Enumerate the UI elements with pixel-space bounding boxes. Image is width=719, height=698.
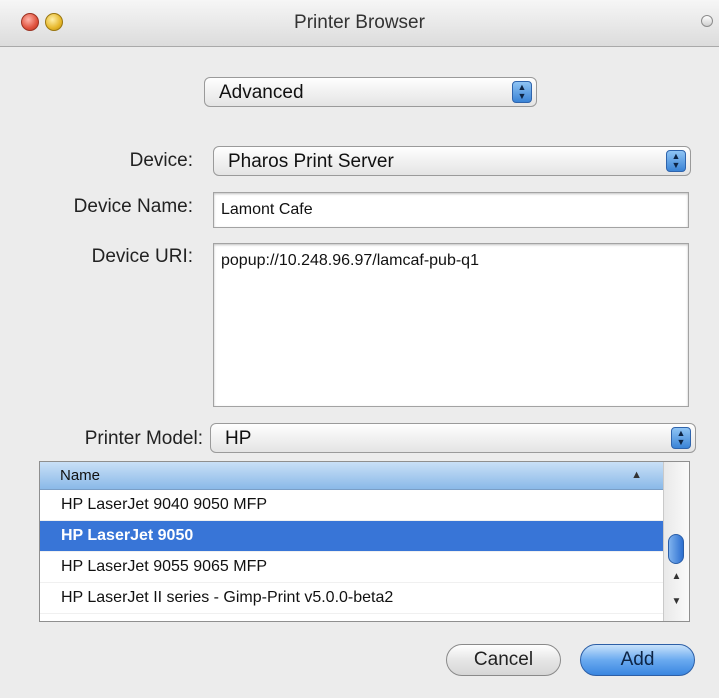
scroll-down-arrow-icon[interactable]: ▼ — [664, 596, 689, 607]
device-uri-field[interactable]: popup://10.248.96.97/lamcaf-pub-q1 — [213, 243, 689, 407]
name-column-header-label: Name — [60, 467, 101, 484]
scroll-up-arrow-icon[interactable]: ▲ — [664, 571, 689, 582]
model-list: HP LaserJet 9040 9050 MFP HP LaserJet 90… — [40, 490, 664, 621]
row-label: HP LaserJet II series - Gimp-Print v5.0.… — [61, 589, 394, 606]
add-button[interactable]: Add — [580, 644, 695, 676]
scroll-thumb[interactable] — [668, 534, 684, 564]
printer-browser-window: Printer Browser Advanced ▲ ▼ Device: Phar… — [0, 0, 719, 698]
name-column-header[interactable]: Name ▲ — [40, 462, 664, 490]
row-label: HP LaserJet 9040 9050 MFP — [61, 496, 268, 513]
device-uri-label: Device URI: — [91, 246, 193, 267]
popup-arrows-icon: ▲ ▼ — [512, 81, 532, 103]
device-uri-value: popup://10.248.96.97/lamcaf-pub-q1 — [221, 252, 479, 269]
row-label: HP LaserJet 9055 9065 MFP — [61, 558, 268, 575]
vertical-scrollbar[interactable]: ▲ ▼ — [663, 462, 689, 621]
device-label: Device: — [129, 150, 193, 171]
window-title: Printer Browser — [294, 12, 425, 33]
mode-popup[interactable]: Advanced ▲ ▼ — [204, 77, 537, 107]
device-popup-value: Pharos Print Server — [228, 151, 394, 172]
sort-ascending-icon: ▲ — [631, 469, 642, 481]
title-bar: Printer Browser — [0, 0, 719, 47]
popup-arrows-icon: ▲ ▼ — [671, 427, 691, 449]
printer-model-popup[interactable]: HP ▲ ▼ — [210, 423, 696, 453]
table-row-partial[interactable] — [40, 614, 664, 621]
device-name-label: Device Name: — [73, 196, 193, 217]
mode-popup-value: Advanced — [219, 82, 304, 103]
device-name-value: Lamont Cafe — [221, 201, 313, 218]
printer-model-table[interactable]: Name ▲ HP LaserJet 9040 9050 MFP HP Lase… — [39, 461, 690, 622]
cancel-button[interactable]: Cancel — [446, 644, 561, 676]
toolbar-toggle-button[interactable] — [701, 15, 713, 27]
popup-arrows-icon: ▲ ▼ — [666, 150, 686, 172]
table-row-selected[interactable]: HP LaserJet 9050 — [40, 521, 664, 552]
printer-model-value: HP — [225, 428, 252, 449]
printer-model-label: Printer Model: — [84, 428, 203, 449]
table-row[interactable]: HP LaserJet II series - Gimp-Print v5.0.… — [40, 583, 664, 614]
device-popup[interactable]: Pharos Print Server ▲ ▼ — [213, 146, 691, 176]
table-row[interactable]: HP LaserJet 9055 9065 MFP — [40, 552, 664, 583]
row-label: HP LaserJet 9050 — [61, 527, 194, 544]
table-row[interactable]: HP LaserJet 9040 9050 MFP — [40, 490, 664, 521]
device-name-field[interactable]: Lamont Cafe — [213, 192, 689, 228]
